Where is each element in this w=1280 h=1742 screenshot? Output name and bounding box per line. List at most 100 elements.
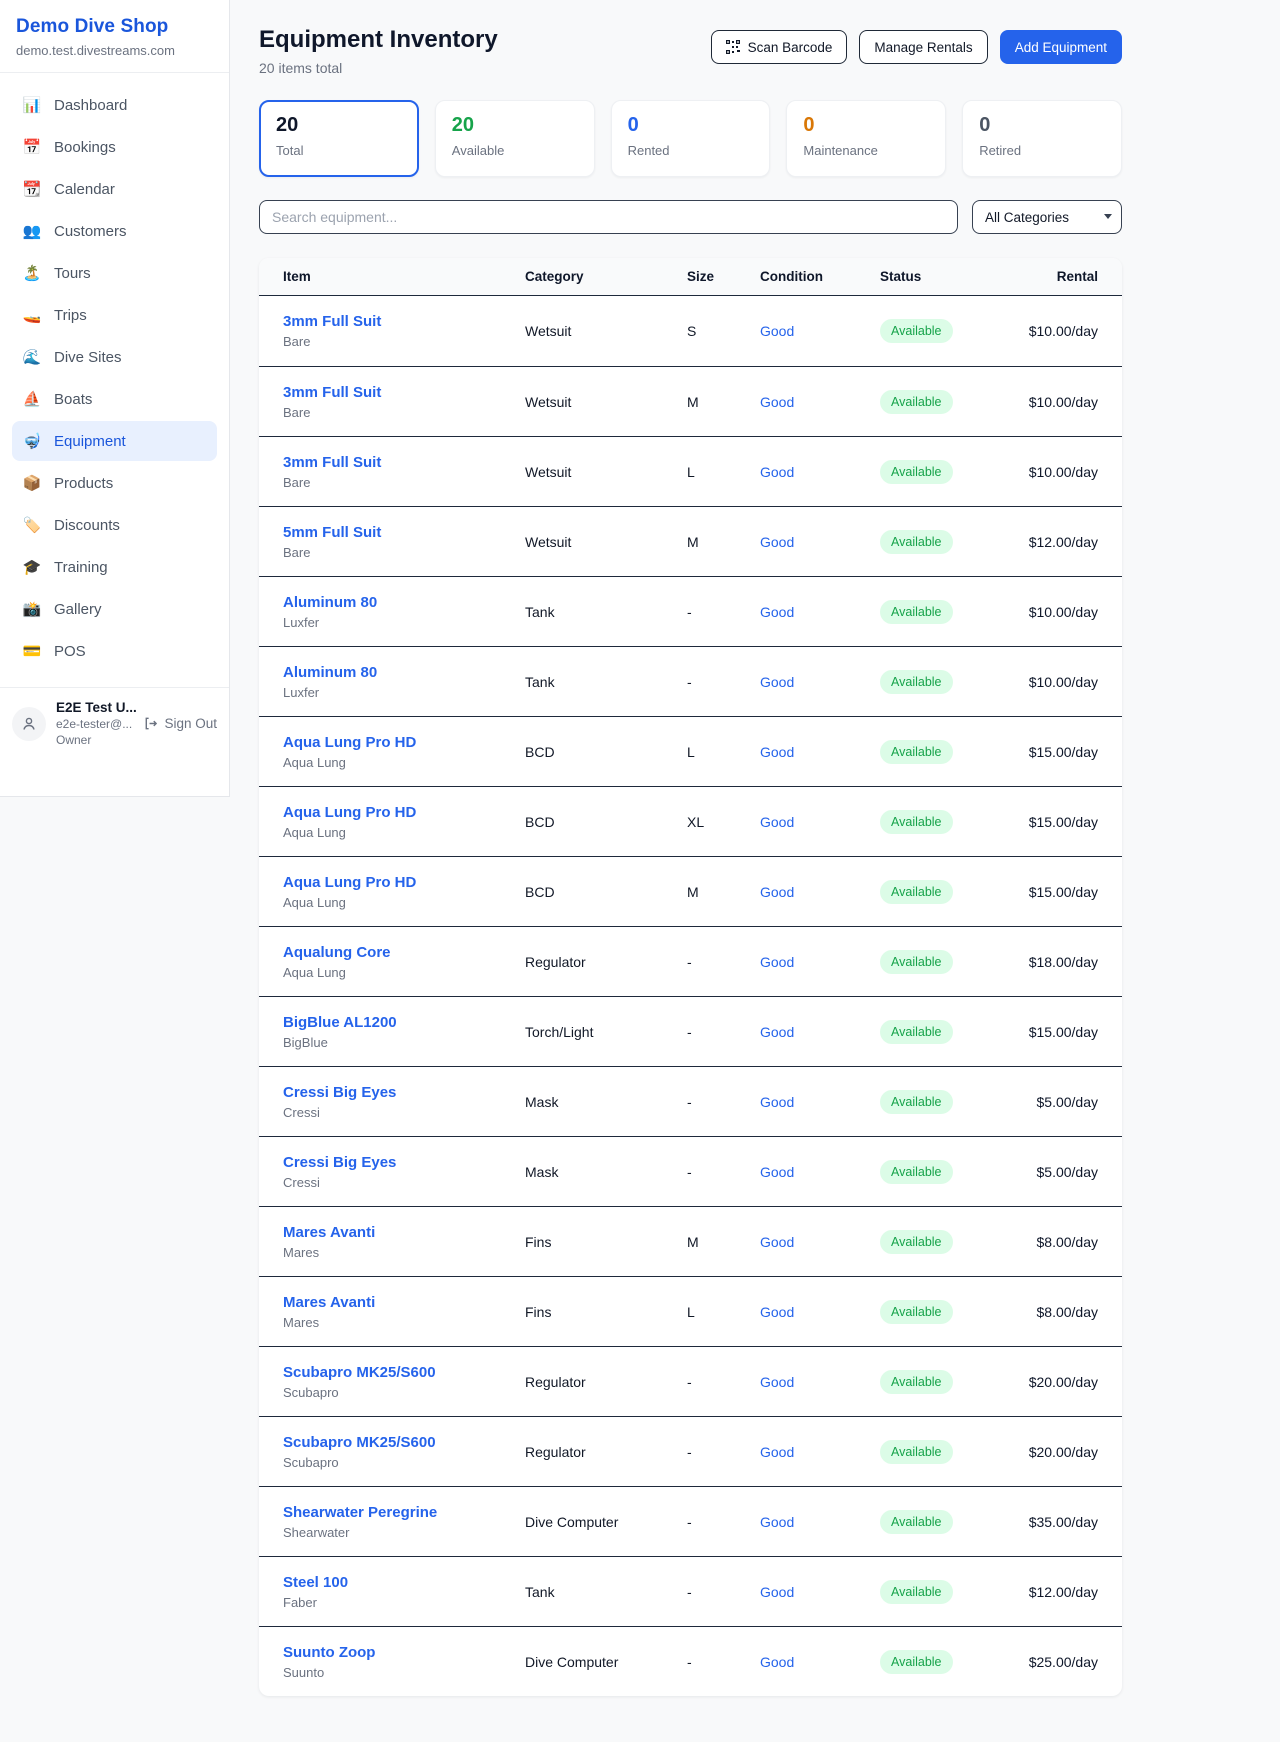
condition-link[interactable]: Good xyxy=(760,1164,794,1180)
status-badge: Available xyxy=(880,390,953,414)
item-name-link[interactable]: Shearwater Peregrine xyxy=(283,1504,437,1521)
brand-title[interactable]: Demo Dive Shop xyxy=(16,16,213,38)
item-name-link[interactable]: Aluminum 80 xyxy=(283,664,377,681)
sidebar-item-customers[interactable]: 👥Customers xyxy=(12,211,217,251)
item-cell: Aqua Lung Pro HD Aqua Lung xyxy=(283,734,525,770)
sidebar-item-training[interactable]: 🎓Training xyxy=(12,547,217,587)
item-name-link[interactable]: 3mm Full Suit xyxy=(283,384,381,401)
item-name-link[interactable]: Mares Avanti xyxy=(283,1294,375,1311)
item-name-link[interactable]: Mares Avanti xyxy=(283,1224,375,1241)
item-name-link[interactable]: Aqua Lung Pro HD xyxy=(283,874,416,891)
category-cell: Tank xyxy=(525,674,687,690)
item-brand: Shearwater xyxy=(283,1525,525,1540)
item-name-link[interactable]: Suunto Zoop xyxy=(283,1644,375,1661)
item-name-link[interactable]: Steel 100 xyxy=(283,1574,348,1591)
condition-link[interactable]: Good xyxy=(760,1234,794,1250)
add-equipment-button[interactable]: Add Equipment xyxy=(1000,30,1122,64)
condition-link[interactable]: Good xyxy=(760,394,794,410)
status-badge: Available xyxy=(880,1090,953,1114)
item-brand: Aqua Lung xyxy=(283,965,525,980)
status-badge: Available xyxy=(880,740,953,764)
condition-link[interactable]: Good xyxy=(760,744,794,760)
person-icon xyxy=(21,716,37,732)
category-cell: Wetsuit xyxy=(525,464,687,480)
item-brand: BigBlue xyxy=(283,1035,525,1050)
sign-out-button[interactable]: Sign Out xyxy=(143,716,217,731)
item-name-link[interactable]: Cressi Big Eyes xyxy=(283,1154,396,1171)
condition-link[interactable]: Good xyxy=(760,1094,794,1110)
sidebar-item-bookings[interactable]: 📅Bookings xyxy=(12,127,217,167)
item-name-link[interactable]: 3mm Full Suit xyxy=(283,454,381,471)
item-name-link[interactable]: Cressi Big Eyes xyxy=(283,1084,396,1101)
sidebar-item-label: Trips xyxy=(54,307,87,324)
stat-label: Rented xyxy=(628,143,754,158)
sidebar-item-pos[interactable]: 💳POS xyxy=(12,631,217,671)
search-input[interactable] xyxy=(259,200,958,234)
condition-link[interactable]: Good xyxy=(760,1514,794,1530)
sidebar-item-discounts[interactable]: 🏷️Discounts xyxy=(12,505,217,545)
item-brand: Aqua Lung xyxy=(283,755,525,770)
item-name-link[interactable]: 5mm Full Suit xyxy=(283,524,381,541)
category-filter-select[interactable]: All Categories xyxy=(972,200,1122,234)
size-cell: M xyxy=(687,534,760,550)
condition-link[interactable]: Good xyxy=(760,674,794,690)
condition-link[interactable]: Good xyxy=(760,1304,794,1320)
condition-link[interactable]: Good xyxy=(760,534,794,550)
item-name-link[interactable]: BigBlue AL1200 xyxy=(283,1014,397,1031)
scan-barcode-button[interactable]: Scan Barcode xyxy=(711,30,848,64)
stat-card-available[interactable]: 20Available xyxy=(435,100,595,177)
condition-link[interactable]: Good xyxy=(760,464,794,480)
sidebar-item-dive-sites[interactable]: 🌊Dive Sites xyxy=(12,337,217,377)
stat-card-maintenance[interactable]: 0Maintenance xyxy=(786,100,946,177)
barcode-icon xyxy=(726,40,740,54)
page-title: Equipment Inventory xyxy=(259,26,498,54)
table-row: BigBlue AL1200BigBlueTorch/Light-GoodAva… xyxy=(259,996,1122,1066)
item-name-link[interactable]: 3mm Full Suit xyxy=(283,313,381,330)
item-cell: 3mm Full SuitBare xyxy=(283,313,525,349)
condition-cell: Good xyxy=(760,604,880,620)
status-cell: Available xyxy=(880,319,1010,343)
condition-link[interactable]: Good xyxy=(760,1584,794,1600)
item-name-link[interactable]: Scubapro MK25/S600 xyxy=(283,1364,436,1381)
stat-card-rented[interactable]: 0Rented xyxy=(611,100,771,177)
condition-link[interactable]: Good xyxy=(760,1374,794,1390)
sidebar-item-tours[interactable]: 🏝️Tours xyxy=(12,253,217,293)
sidebar-item-products[interactable]: 📦Products xyxy=(12,463,217,503)
sidebar-item-boats[interactable]: ⛵Boats xyxy=(12,379,217,419)
condition-link[interactable]: Good xyxy=(760,884,794,900)
condition-link[interactable]: Good xyxy=(760,814,794,830)
condition-link[interactable]: Good xyxy=(760,1024,794,1040)
item-name-link[interactable]: Aqua Lung Pro HD xyxy=(283,804,416,821)
sidebar-item-calendar[interactable]: 📆Calendar xyxy=(12,169,217,209)
condition-link[interactable]: Good xyxy=(760,323,794,339)
category-cell: Torch/Light xyxy=(525,1024,687,1040)
stat-card-retired[interactable]: 0Retired xyxy=(962,100,1122,177)
item-name-link[interactable]: Scubapro MK25/S600 xyxy=(283,1434,436,1451)
sidebar-item-equipment[interactable]: 🤿Equipment xyxy=(12,421,217,461)
sidebar-item-trips[interactable]: 🚤Trips xyxy=(12,295,217,335)
sidebar-item-gallery[interactable]: 📸Gallery xyxy=(12,589,217,629)
category-cell: BCD xyxy=(525,744,687,760)
sidebar-item-label: Gallery xyxy=(54,601,102,618)
item-cell: 3mm Full SuitBare xyxy=(283,384,525,420)
condition-cell: Good xyxy=(760,744,880,760)
main-content: Equipment Inventory 20 items total xyxy=(230,0,1280,1728)
filter-row: All Categories xyxy=(259,200,1122,234)
item-name-link[interactable]: Aqualung Core xyxy=(283,944,391,961)
condition-link[interactable]: Good xyxy=(760,954,794,970)
size-cell: - xyxy=(687,604,760,620)
condition-link[interactable]: Good xyxy=(760,604,794,620)
size-cell: M xyxy=(687,1234,760,1250)
condition-link[interactable]: Good xyxy=(760,1654,794,1670)
status-cell: Available xyxy=(880,1580,1010,1604)
stat-card-total[interactable]: 20Total xyxy=(259,100,419,177)
item-name-link[interactable]: Aqua Lung Pro HD xyxy=(283,734,416,751)
condition-link[interactable]: Good xyxy=(760,1444,794,1460)
sidebar-item-dashboard[interactable]: 📊Dashboard xyxy=(12,85,217,125)
item-name-link[interactable]: Aluminum 80 xyxy=(283,594,377,611)
category-cell: Fins xyxy=(525,1234,687,1250)
size-cell: - xyxy=(687,1514,760,1530)
status-badge: Available xyxy=(880,1020,953,1044)
manage-rentals-button[interactable]: Manage Rentals xyxy=(859,30,987,64)
item-brand: Cressi xyxy=(283,1175,525,1190)
